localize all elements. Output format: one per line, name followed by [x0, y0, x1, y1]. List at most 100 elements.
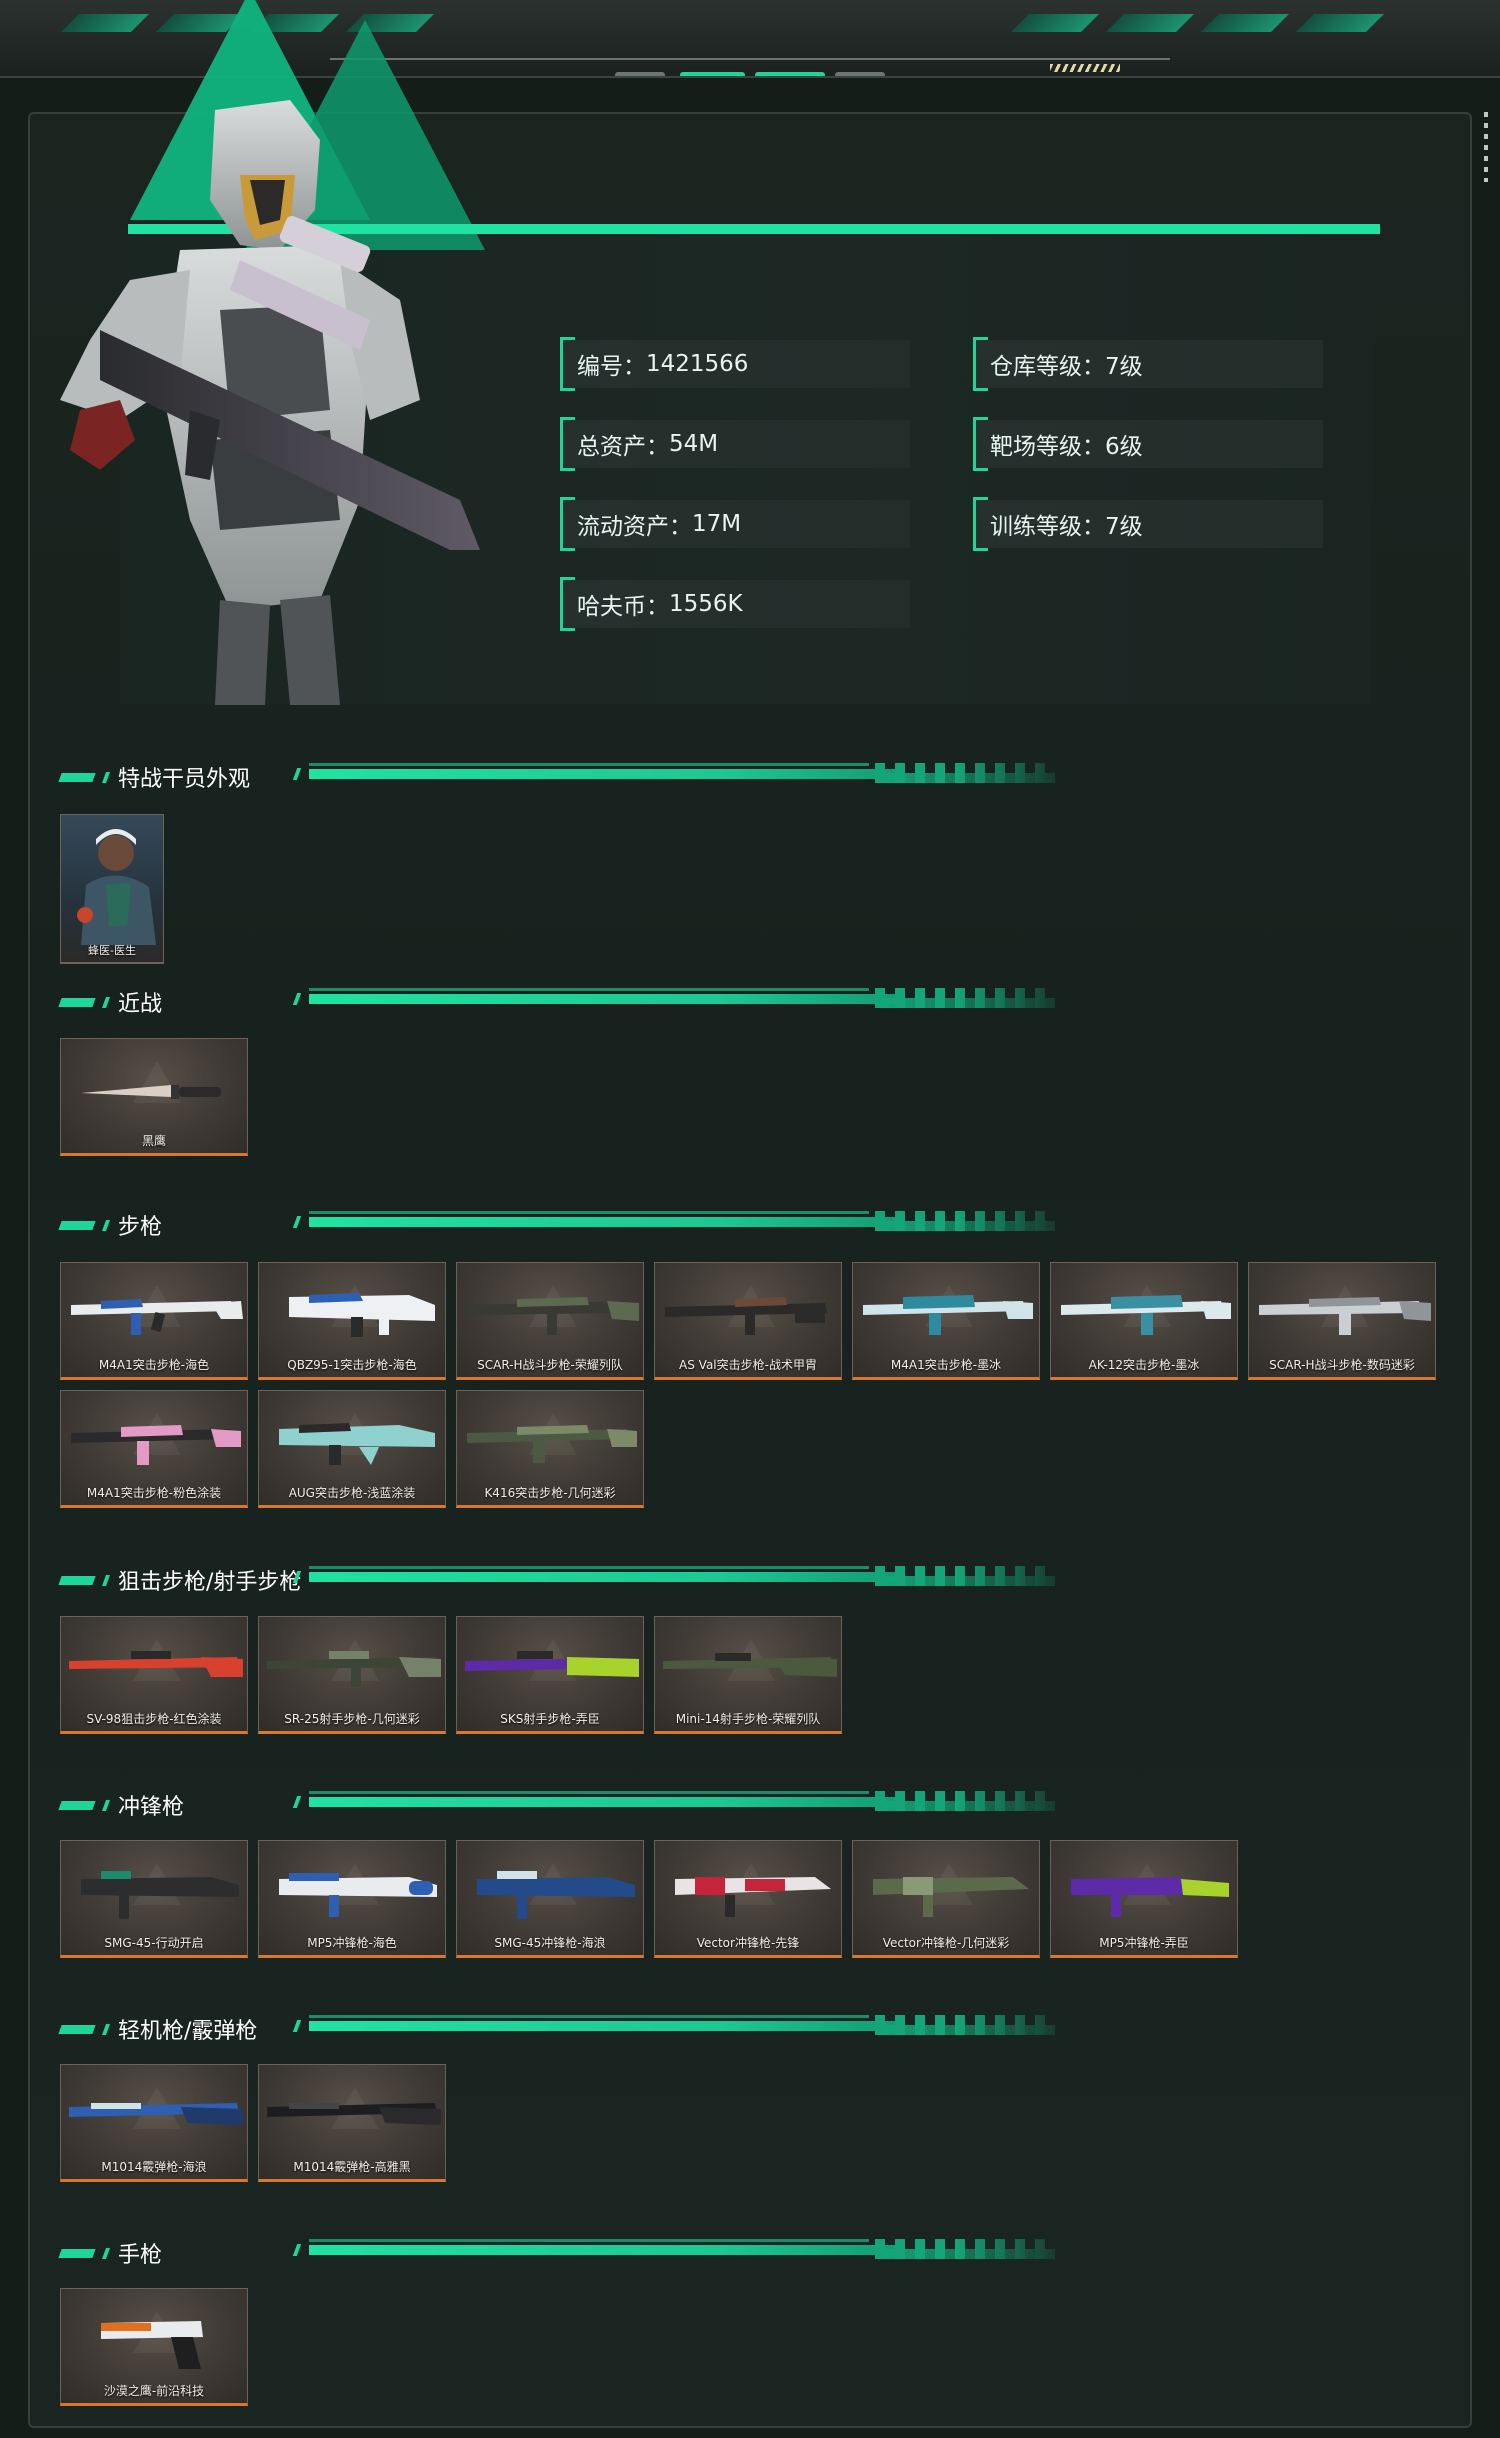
item-card[interactable]: SKS射手步枪-弄臣 — [456, 1616, 644, 1734]
rifle-icon — [1061, 1295, 1231, 1335]
item-card[interactable]: Vector冲锋枪-几何迷彩 — [852, 1840, 1040, 1958]
melee-grid: 黑鹰 — [60, 1038, 1460, 1156]
operator-portrait — [77, 829, 156, 945]
rifle-icon — [71, 1425, 241, 1465]
rifle-icon — [863, 1295, 1033, 1335]
section-divider — [292, 1211, 1065, 1233]
item-card[interactable]: AK-12突击步枪-墨冰 — [1050, 1262, 1238, 1380]
stat-id: 编号： 1421566 — [560, 337, 910, 391]
rifle-icon — [279, 1423, 435, 1465]
stat-label: 仓库等级： — [990, 354, 1105, 380]
smg-icon — [873, 1877, 1029, 1917]
stat-range-level: 靶场等级： 6级 — [973, 417, 1323, 471]
rifle-icon — [467, 1425, 637, 1463]
header-pill — [835, 72, 885, 76]
item-label: Vector冲锋枪-先锋 — [696, 1936, 800, 1950]
item-card[interactable]: M1014霰弹枪-高雅黑 — [258, 2064, 446, 2182]
stat-haf-coin: 哈夫币： 1556K — [560, 577, 910, 631]
item-card[interactable]: M4A1突击步枪-墨冰 — [852, 1262, 1040, 1380]
sniper-rifle-icon — [663, 1653, 837, 1677]
item-card[interactable]: M4A1突击步枪-海色 — [60, 1262, 248, 1380]
stat-label: 哈夫币： — [577, 594, 669, 620]
item-card[interactable]: SCAR-H战斗步枪-数码迷彩 — [1248, 1262, 1436, 1380]
rifle-grid: M4A1突击步枪-海色 QBZ95-1突击步枪-海色 SCAR-H战斗步枪-荣耀… — [60, 1262, 1460, 1508]
item-card[interactable]: MP5冲锋枪-弄臣 — [1050, 1840, 1238, 1958]
knife-icon — [81, 1085, 221, 1099]
item-card[interactable]: SMG-45冲锋枪-海浪 — [456, 1840, 644, 1958]
smg-icon — [279, 1873, 437, 1917]
section-title-sniper: 狙击步枪/射手步枪 — [58, 1565, 301, 1595]
smg-icon — [477, 1871, 635, 1919]
pistol-icon — [101, 2321, 203, 2369]
section-title-shotgun: 轻机枪/霰弹枪 — [58, 2014, 258, 2044]
item-label: AK-12突击步枪-墨冰 — [1088, 1358, 1200, 1372]
section-title-text: 特战干员外观 — [118, 767, 251, 792]
item-label: 蜂医-医生 — [88, 944, 136, 957]
item-card[interactable]: Vector冲锋枪-先锋 — [654, 1840, 842, 1958]
stat-value: 7级 — [1105, 514, 1143, 540]
scroll-indicator[interactable] — [1484, 112, 1488, 182]
rifle-icon — [71, 1299, 243, 1335]
item-card[interactable]: SMG-45-行动开启 — [60, 1840, 248, 1958]
sniper-rifle-icon — [69, 1651, 243, 1677]
section-title-melee: 近战 — [58, 987, 162, 1017]
item-card[interactable]: SV-98狙击步枪-红色涂装 — [60, 1616, 248, 1734]
item-label: QBZ95-1突击步枪-海色 — [287, 1358, 417, 1372]
stat-value: 1421566 — [646, 351, 749, 377]
header-pill — [755, 72, 825, 76]
section-divider — [292, 1566, 1065, 1588]
item-card[interactable]: Mini-14射手步枪-荣耀列队 — [654, 1616, 842, 1734]
header-pill — [680, 72, 745, 76]
smg-icon — [81, 1871, 239, 1919]
section-divider — [292, 988, 1065, 1010]
smg-icon — [1071, 1877, 1229, 1917]
item-label: K416突击步枪-几何迷彩 — [484, 1486, 616, 1500]
item-label: M1014霰弹枪-高雅黑 — [293, 2160, 411, 2174]
section-title-text: 轻机枪/霰弹枪 — [118, 2019, 258, 2044]
item-card[interactable]: AS Val突击步枪-战术甲胄 — [654, 1262, 842, 1380]
sniper-grid: SV-98狙击步枪-红色涂装 SR-25射手步枪-几何迷彩 SKS射手步枪-弄臣… — [60, 1616, 1460, 1734]
item-card[interactable]: SCAR-H战斗步枪-荣耀列队 — [456, 1262, 644, 1380]
item-card[interactable]: QBZ95-1突击步枪-海色 — [258, 1262, 446, 1380]
item-label: SKS射手步枪-弄臣 — [500, 1712, 600, 1726]
stat-value: 6级 — [1105, 434, 1143, 460]
section-title-smg: 冲锋枪 — [58, 1790, 185, 1820]
stat-value: 17M — [692, 511, 742, 537]
stat-liquid-assets: 流动资产： 17M — [560, 497, 910, 551]
header-stripe — [1106, 14, 1194, 32]
header-stripe — [1201, 14, 1289, 32]
item-label: SMG-45-行动开启 — [104, 1936, 204, 1950]
item-card[interactable]: 蜂医-医生 — [60, 814, 164, 964]
stat-label: 流动资产： — [577, 514, 692, 540]
section-divider — [292, 763, 1065, 785]
stat-label: 靶场等级： — [990, 434, 1105, 460]
item-card[interactable]: MP5冲锋枪-海色 — [258, 1840, 446, 1958]
stat-label: 训练等级： — [990, 514, 1105, 540]
section-title-operator: 特战干员外观 — [58, 762, 251, 792]
item-label: SCAR-H战斗步枪-数码迷彩 — [1269, 1358, 1415, 1372]
section-title-text: 冲锋枪 — [118, 1795, 185, 1820]
item-card[interactable]: 沙漠之鹰-前沿科技 — [60, 2288, 248, 2406]
item-card[interactable]: M1014霰弹枪-海浪 — [60, 2064, 248, 2182]
item-label: M1014霰弹枪-海浪 — [101, 2160, 207, 2174]
operator-figure — [60, 100, 480, 705]
shotgun-icon — [69, 2103, 243, 2125]
item-card[interactable]: M4A1突击步枪-粉色涂装 — [60, 1390, 248, 1508]
stat-total-assets: 总资产： 54M — [560, 417, 910, 471]
item-card[interactable]: K416突击步枪-几何迷彩 — [456, 1390, 644, 1508]
shotgun-grid: M1014霰弹枪-海浪 M1014霰弹枪-高雅黑 — [60, 2064, 1460, 2182]
smg-icon — [675, 1877, 831, 1917]
item-label: SV-98狙击步枪-红色涂装 — [86, 1712, 222, 1726]
item-card[interactable]: SR-25射手步枪-几何迷彩 — [258, 1616, 446, 1734]
stat-label: 总资产： — [577, 434, 669, 460]
item-label: SR-25射手步枪-几何迷彩 — [284, 1712, 420, 1726]
item-label: 沙漠之鹰-前沿科技 — [103, 2384, 205, 2398]
item-card[interactable]: 黑鹰 — [60, 1038, 248, 1156]
item-label: AUG突击步枪-浅蓝涂装 — [288, 1486, 416, 1500]
rifle-icon — [1259, 1297, 1431, 1335]
section-divider — [292, 1791, 1065, 1813]
item-label: M4A1突击步枪-海色 — [98, 1358, 210, 1372]
item-card[interactable]: AUG突击步枪-浅蓝涂装 — [258, 1390, 446, 1508]
section-title-text: 手枪 — [118, 2243, 163, 2268]
section-title-pistol: 手枪 — [58, 2238, 163, 2268]
